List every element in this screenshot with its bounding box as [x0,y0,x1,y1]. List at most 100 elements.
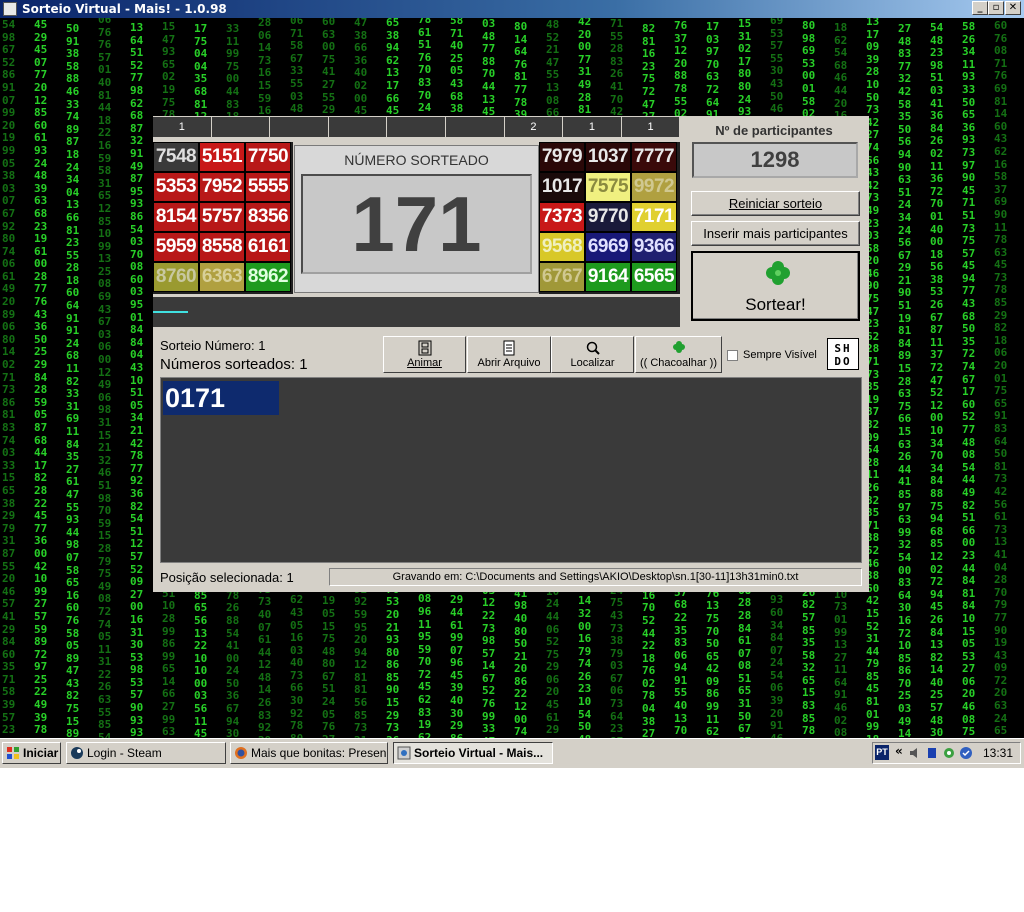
number-tile: 8962 [245,262,291,292]
steam-icon [71,747,83,759]
reset-draw-label: Reiniciar sorteio [728,196,823,211]
animate-button[interactable]: Animar [383,336,466,373]
progress-strip [153,297,680,327]
selected-position-text: Posição selecionada: 1 [160,570,294,585]
open-file-label: Abrir Arquivo [477,357,541,369]
sorteio-app-icon [397,746,411,760]
number-tile: 9972 [631,172,677,202]
shake-button[interactable]: (( Chacoalhar )) [635,336,722,373]
number-tile: 6565 [631,262,677,292]
header-counter: 1 [621,117,681,137]
number-tile: 9366 [631,232,677,262]
speaker-icon[interactable] [908,746,922,760]
number-tile: 7979 [539,142,585,172]
counter-header: 1211 [153,117,681,137]
shdo-logo: SH DO [827,338,859,370]
clover-icon [766,261,790,285]
list-item[interactable]: 0171 [163,381,279,415]
left-tile-panel: 7548 5151 7750 5353 7952 5555 8154 5757 8356 5959… [153,142,293,294]
participants-panel: Nº de participantes 1298 [686,120,862,182]
number-tile: 5757 [199,202,245,232]
draw-number-text: Sorteio Número: 1 [160,338,266,353]
matrix-column: 54 48 23 98 51 03 41 36 84 26 02 11 36 7… [930,21,944,738]
shake-label: (( Chacoalhar )) [639,357,718,369]
start-button[interactable]: Iniciar [2,742,61,764]
number-tile: 7750 [245,142,291,172]
number-tile: 5151 [199,142,245,172]
number-tile: 7777 [631,142,677,172]
matrix-column: 45 29 45 07 77 20 12 85 60 61 93 24 48 3… [34,18,48,738]
open-file-button[interactable]: Abrir Arquivo [467,336,551,373]
matrix-column: 60 76 08 71 76 69 81 14 60 43 62 16 58 3… [994,19,1008,738]
security-icon[interactable] [959,746,973,760]
drawn-number-display: 171 [301,174,532,274]
app-icon [3,2,17,16]
number-tile: 8154 [153,202,199,232]
number-tile: 7952 [199,172,245,202]
taskbar-item-label: Sorteio Virtual - Mais... [414,746,544,760]
taskbar-item-label: Login - Steam [87,746,162,760]
add-participants-button[interactable]: Inserir mais participantes [691,221,860,246]
magnifier-icon [586,341,600,355]
matrix-column: 50 91 38 58 88 46 33 74 89 87 18 24 34 0… [66,22,80,738]
number-tile: 6767 [539,262,585,292]
start-label: Iniciar [23,746,59,760]
minimize-button[interactable]: _ [972,1,988,15]
number-tile: 6161 [245,232,291,262]
system-tray: PT « 13:31 [872,742,1021,764]
close-button[interactable]: ✕ [1005,1,1021,15]
draw-button-label: Sortear! [745,295,806,314]
always-visible-label: Sempre Visível [743,349,817,361]
number-tile: 8558 [199,232,245,262]
document-icon [503,340,515,356]
header-counter [387,117,446,137]
title-bar[interactable]: Sorteio Virtual - Mais! - 1.0.98 _ ▫ ✕ [0,0,1024,18]
save-path-status: Gravando em: C:\Documents and Settings\A… [329,568,862,586]
taskbar-item-sorteio[interactable]: Sorteio Virtual - Mais... [393,742,553,764]
always-visible-checkbox[interactable] [727,350,738,361]
maximize-button[interactable]: ▫ [988,1,1004,15]
windows-logo-icon [7,747,19,759]
number-tile: 8760 [153,262,199,292]
find-label: Localizar [570,357,615,369]
number-tile: 8356 [245,202,291,232]
header-counter: 1 [153,117,212,137]
number-tile: 1017 [539,172,585,202]
taskbar: Iniciar Login - Steam Mais que bonitas: … [0,738,1024,768]
number-tile: 9770 [585,202,631,232]
number-tile: 5959 [153,232,199,262]
language-indicator[interactable]: PT [875,745,889,760]
clover-small-icon [672,341,685,353]
firefox-icon [235,747,247,759]
matrix-column: 06 76 76 57 01 40 81 44 18 22 16 59 58 3… [98,18,112,738]
number-tile: 5555 [245,172,291,202]
sorteio-app-window: 1211 7548 5151 7750 5353 7952 5555 8154 5757 835… [153,116,869,592]
number-tile: 7575 [585,172,631,202]
matrix-column: 27 48 83 77 32 42 58 35 50 56 94 90 63 5… [898,22,912,738]
matrix-column: 13 64 51 52 77 98 62 68 87 32 91 49 87 9… [130,21,144,738]
number-tile: 6969 [585,232,631,262]
drawn-number-label: NÚMERO SORTEADO [344,152,489,168]
find-button[interactable]: Localizar [551,336,634,373]
clock: 13:31 [983,746,1014,760]
taskbar-item-firefox[interactable]: Mais que bonitas: Presen... [230,742,388,764]
number-tile: 7171 [631,202,677,232]
number-tile: 5353 [153,172,199,202]
results-list[interactable]: 0171 [160,377,862,563]
messenger-icon[interactable] [942,746,956,760]
draw-button[interactable]: Sortear! [691,251,860,321]
number-tile: 9568 [539,232,585,262]
taskbar-item-steam[interactable]: Login - Steam [66,742,226,764]
film-icon [418,340,431,356]
header-counter [211,117,271,137]
animate-label: Animar [407,357,442,369]
reset-draw-button[interactable]: Reiniciar sorteio [691,191,860,216]
right-tile-panel: 7979 1037 7777 1017 7575 9972 7373 9770 7171 9568… [539,142,680,294]
participants-count: 1298 [692,142,858,178]
header-counter [328,117,388,137]
number-tile: 1037 [585,142,631,172]
tray-expand-icon[interactable]: « [895,744,903,758]
header-counter: 2 [504,117,564,137]
network-icon[interactable] [925,746,939,760]
matrix-column: 58 26 34 11 93 33 50 65 36 93 73 97 90 4… [962,20,976,738]
